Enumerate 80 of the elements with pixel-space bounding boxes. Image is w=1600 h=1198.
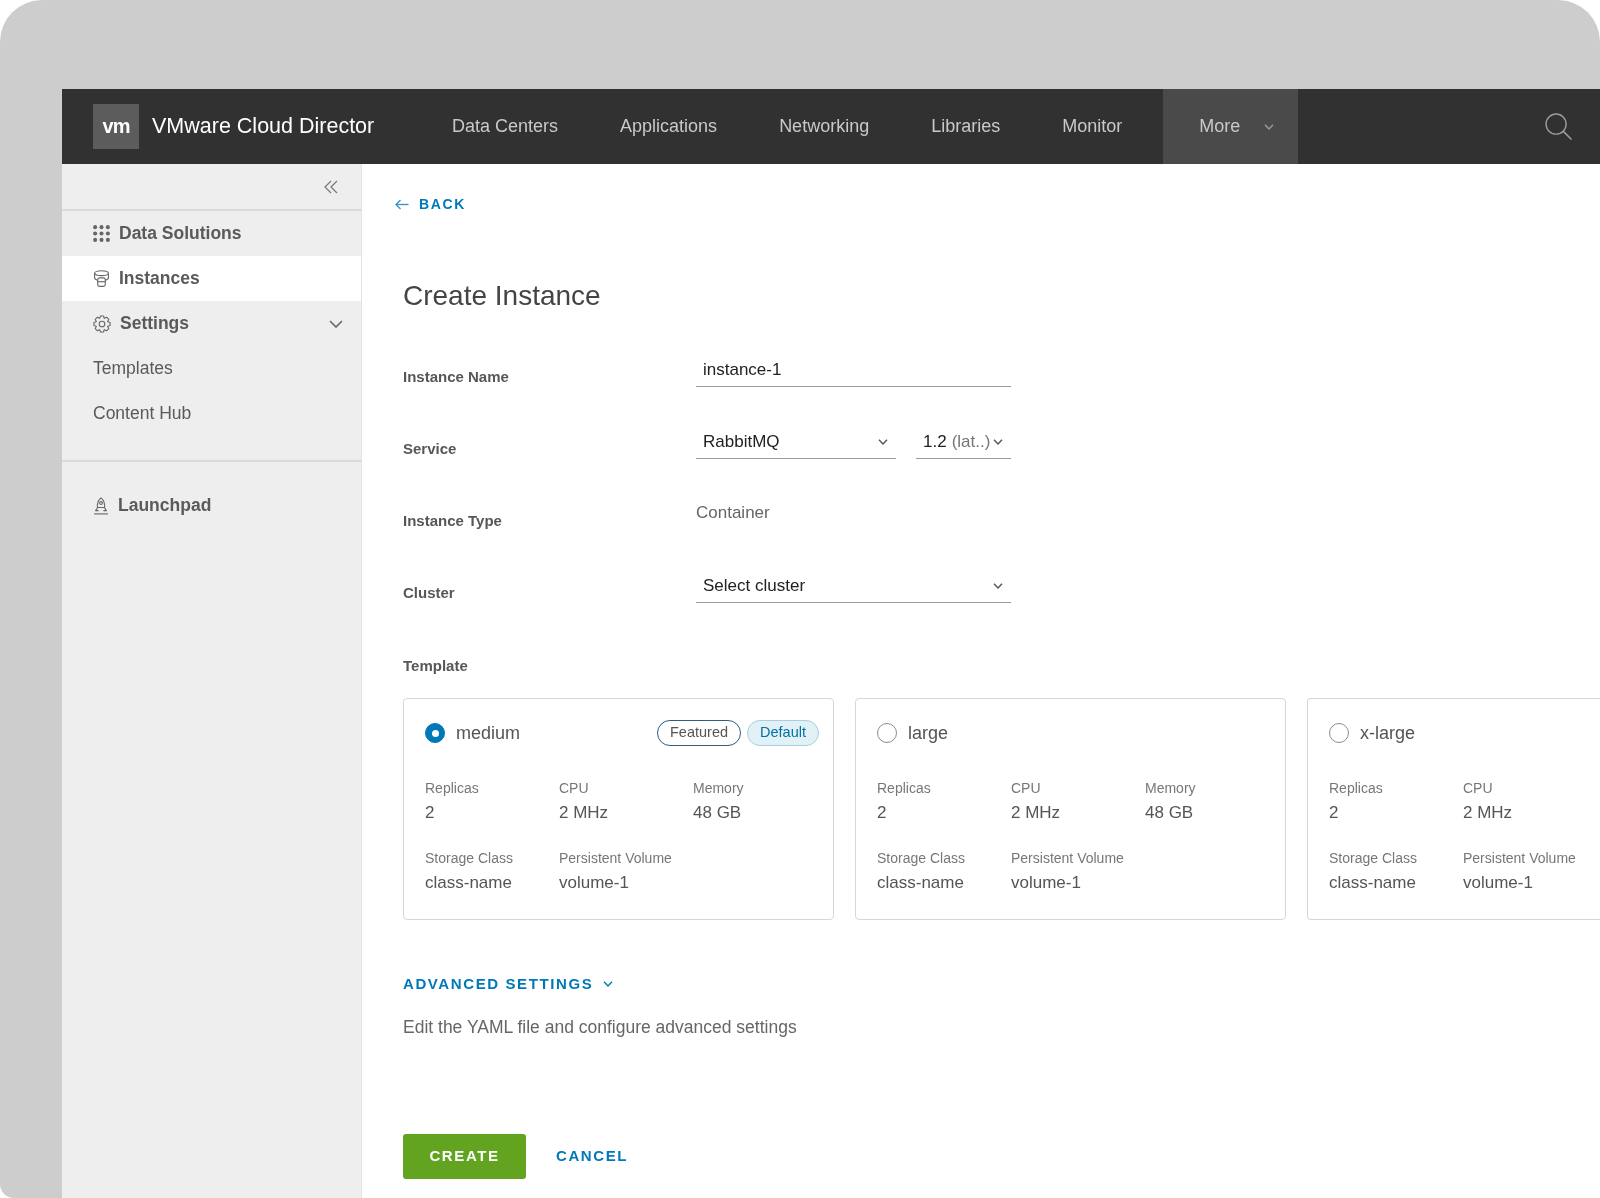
- spec-label: Storage Class: [425, 849, 514, 867]
- spec-value: 48 GB: [1145, 802, 1195, 824]
- field-label: Instance Name: [403, 367, 510, 387]
- spec-label: Persistent Volume: [559, 849, 672, 867]
- spec-label: Storage Class: [1329, 849, 1418, 867]
- app-logo: vm: [93, 104, 139, 149]
- nav-tab[interactable]: Monitor: [1031, 89, 1154, 164]
- caret-down-icon: [993, 438, 1003, 445]
- spec-value: volume-1: [559, 872, 630, 894]
- spec-value: 2: [1329, 802, 1340, 824]
- gear-icon: [93, 314, 111, 333]
- sidebar-item[interactable]: Settings: [62, 301, 361, 346]
- dropdown-select[interactable]: 1.2 (lat..): [916, 425, 1011, 459]
- dropdown-select[interactable]: Select cluster: [696, 569, 1011, 603]
- caret-down-icon: [1264, 123, 1275, 130]
- radio-button[interactable]: [877, 723, 897, 743]
- grid-icon: [93, 225, 110, 242]
- description-text: Edit the YAML file and configure advanced settings: [403, 1016, 798, 1039]
- spec-label: CPU: [559, 779, 590, 797]
- template-name: x-large: [1360, 721, 1416, 745]
- field-label: Service: [403, 439, 458, 459]
- spec-value: volume-1: [1011, 872, 1082, 894]
- template-card[interactable]: x-large Replicas 2 CPU 2 MHz Storage Class class-name Persistent Volume volume-1: [1307, 698, 1600, 920]
- caret-down-icon: [993, 582, 1003, 589]
- template-name: medium: [456, 721, 521, 745]
- tag-badge: Featured: [657, 720, 742, 746]
- nav-tab[interactable]: Data Centers: [421, 89, 590, 164]
- spec-value: class-name: [1329, 872, 1417, 894]
- spec-value: 2 MHz: [1463, 802, 1513, 824]
- spec-label: Persistent Volume: [1463, 849, 1576, 867]
- template-card[interactable]: medium Featured Default Replicas 2 CPU 2 MHz Memory 48 GB Storage Class class-name Persistent Volume volume-1: [403, 698, 834, 920]
- field-value: Container: [696, 503, 771, 524]
- cancel-button[interactable]: CANCEL: [556, 1145, 629, 1168]
- back-link[interactable]: BACK: [395, 194, 466, 214]
- caret-down-icon: [878, 438, 888, 445]
- dropdown-select[interactable]: RabbitMQ: [696, 425, 896, 459]
- page-title: Create Instance: [403, 279, 602, 313]
- spec-value: 48 GB: [693, 802, 743, 824]
- spec-value: class-name: [425, 872, 513, 894]
- field-label: Cluster: [403, 583, 456, 603]
- nav-tab[interactable]: Networking: [748, 89, 901, 164]
- spec-label: CPU: [1011, 779, 1042, 797]
- spec-label: CPU: [1463, 779, 1494, 797]
- spec-label: Replicas: [1329, 779, 1384, 797]
- spec-label: Persistent Volume: [1011, 849, 1124, 867]
- tag-badge: Default: [747, 720, 819, 746]
- radio-button[interactable]: [1329, 723, 1349, 743]
- caret-down-icon: [603, 981, 614, 987]
- nav-tab[interactable]: Applications: [589, 89, 749, 164]
- sidebar-item[interactable]: Instances: [62, 256, 361, 301]
- sidebar-item[interactable]: Data Solutions: [62, 211, 361, 256]
- spec-label: Replicas: [877, 779, 932, 797]
- spec-label: Memory: [1145, 779, 1196, 797]
- search-icon[interactable]: [1545, 113, 1572, 140]
- text-input[interactable]: instance-1: [696, 353, 1011, 387]
- spec-value: 2: [425, 802, 436, 824]
- nav-dropdown[interactable]: More: [1163, 89, 1299, 164]
- spec-value: volume-1: [1463, 872, 1534, 894]
- spec-value: 2: [877, 802, 888, 824]
- rocket-icon: [93, 496, 109, 515]
- field-label: Instance Type: [403, 511, 503, 531]
- double-chevron-left-icon[interactable]: [324, 179, 338, 194]
- database-icon: [93, 270, 110, 287]
- spec-label: Storage Class: [877, 849, 966, 867]
- spec-value: 2 MHz: [1011, 802, 1062, 824]
- section-label: Template: [403, 656, 469, 676]
- spec-value: class-name: [877, 872, 965, 894]
- app-title: VMware Cloud Director: [152, 113, 376, 141]
- nav-tab[interactable]: Libraries: [900, 89, 1032, 164]
- advanced-settings-toggle[interactable]: ADVANCED SETTINGS: [403, 974, 614, 994]
- radio-button[interactable]: [425, 723, 445, 743]
- spec-value: 2 MHz: [559, 802, 610, 824]
- template-name: large: [908, 721, 949, 745]
- spec-label: Replicas: [425, 779, 480, 797]
- arrow-left-icon: [395, 198, 409, 210]
- sidebar-item[interactable]: Content Hub: [62, 391, 361, 436]
- sidebar-item[interactable]: Templates: [62, 346, 361, 391]
- spec-label: Memory: [693, 779, 744, 797]
- sidebar-item[interactable]: Launchpad: [62, 483, 361, 528]
- template-card[interactable]: large Replicas 2 CPU 2 MHz Memory 48 GB Storage Class class-name Persistent Volume volume-1: [855, 698, 1286, 920]
